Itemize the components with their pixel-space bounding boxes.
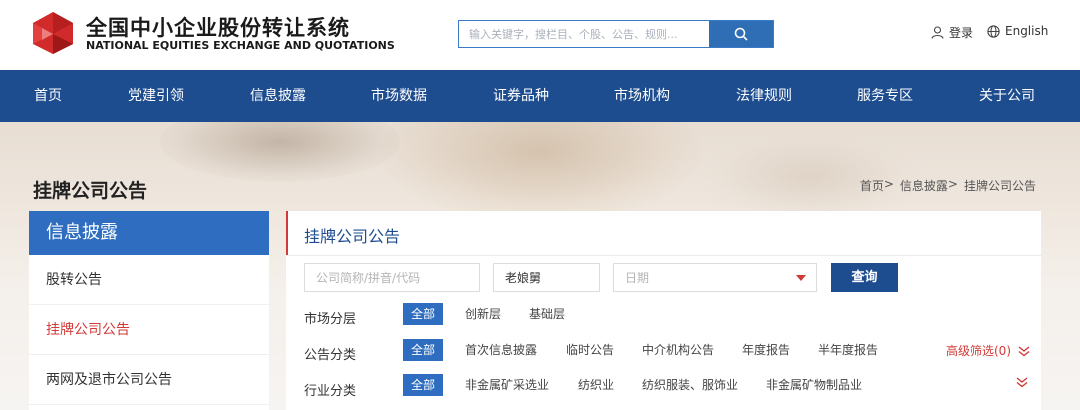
market-tier-label: 市场分层 <box>304 312 357 327</box>
caret-down-icon <box>796 275 806 281</box>
login-link[interactable]: 登录 <box>931 24 973 41</box>
announcement-type-first-disclosure[interactable]: 首次信息披露 <box>465 339 537 361</box>
main-nav: 首页 党建引领 信息披露 市场数据 证券品种 市场机构 法律规则 服务专区 关于… <box>0 70 1080 122</box>
industry-label: 行业分类 <box>304 384 357 399</box>
query-button[interactable]: 查询 <box>831 263 898 292</box>
advanced-filter[interactable]: 高级筛选(0) <box>946 342 1031 359</box>
logo-icon[interactable] <box>30 10 76 56</box>
company-field <box>304 263 480 292</box>
market-tier-all[interactable]: 全部 <box>403 303 444 325</box>
nav-item-institutions[interactable]: 市场机构 <box>614 70 670 122</box>
breadcrumb-separator: > <box>947 177 958 191</box>
breadcrumb-separator: > <box>883 177 894 191</box>
globe-icon <box>987 24 1000 38</box>
announcement-panel: 挂牌公司公告 查询 市场分层 全部 创新层 基础层 公告分类 全部 首次信息披露… <box>286 211 1041 410</box>
page-title: 挂牌公司公告 <box>33 180 148 202</box>
nav-item-securities[interactable]: 证券品种 <box>493 70 549 122</box>
announcement-type-all[interactable]: 全部 <box>403 339 444 361</box>
english-link[interactable]: English <box>987 24 1048 38</box>
announcement-type-intermediary[interactable]: 中介机构公告 <box>642 339 714 361</box>
nav-item-party[interactable]: 党建引领 <box>128 70 184 122</box>
double-chevron-down-icon <box>1018 345 1030 356</box>
sidebar-header: 信息披露 <box>29 211 269 255</box>
nav-item-home[interactable]: 首页 <box>34 70 62 122</box>
search-input[interactable] <box>459 21 711 47</box>
nav-item-about[interactable]: 关于公司 <box>979 70 1035 122</box>
keyword-input[interactable] <box>494 264 599 291</box>
double-chevron-down-icon[interactable] <box>1015 376 1029 388</box>
brand-name-cn[interactable]: 全国中小企业股份转让系统 <box>86 12 350 42</box>
market-tier-innovation[interactable]: 创新层 <box>465 303 501 325</box>
site-header: 全国中小企业股份转让系统 NATIONAL EQUITIES EXCHANGE … <box>0 0 1080 70</box>
announcement-type-interim[interactable]: 临时公告 <box>566 339 614 361</box>
breadcrumb-home[interactable]: 首页 <box>860 177 884 194</box>
market-tier-basic[interactable]: 基础层 <box>529 303 565 325</box>
sidebar-item-listed-company-announcements[interactable]: 挂牌公司公告 <box>29 305 269 355</box>
keyword-field <box>493 263 600 292</box>
industry-apparel[interactable]: 纺织服装、服饰业 <box>642 374 738 396</box>
date-field <box>613 263 817 292</box>
nav-item-disclosure[interactable]: 信息披露 <box>250 70 306 122</box>
search-icon <box>734 27 748 41</box>
panel-title: 挂牌公司公告 <box>304 227 401 246</box>
nav-item-rules[interactable]: 法律规则 <box>736 70 792 122</box>
date-select[interactable] <box>614 264 816 291</box>
nav-item-services[interactable]: 服务专区 <box>857 70 913 122</box>
industry-nonmetal-products[interactable]: 非金属矿物制品业 <box>766 374 862 396</box>
panel-divider <box>286 255 1041 256</box>
sidebar-item-delisted-announcements[interactable]: 两网及退市公司公告 <box>29 355 269 405</box>
search-box <box>458 20 774 48</box>
industry-nonmetal-mining[interactable]: 非金属矿采选业 <box>465 374 549 396</box>
breadcrumb: 首页 > 信息披露 > 挂牌公司公告 <box>860 177 1036 194</box>
search-button[interactable] <box>709 21 773 47</box>
breadcrumb-current: 挂牌公司公告 <box>963 179 1036 193</box>
brand-name-en: NATIONAL EQUITIES EXCHANGE AND QUOTATION… <box>86 39 395 52</box>
user-icon <box>931 26 944 39</box>
breadcrumb-disclosure[interactable]: 信息披露 <box>900 177 948 194</box>
sidebar-item-nonp-announcements[interactable]: 股转公告 <box>29 255 269 305</box>
login-label: 登录 <box>949 26 974 40</box>
sidebar: 信息披露 股转公告 挂牌公司公告 两网及退市公司公告 <box>29 211 269 410</box>
announcement-type-annual[interactable]: 年度报告 <box>742 339 790 361</box>
nav-item-market-data[interactable]: 市场数据 <box>371 70 427 122</box>
advanced-filter-label: 高级筛选(0) <box>946 344 1011 358</box>
title-accent-bar <box>286 211 288 255</box>
english-label: English <box>1005 24 1049 38</box>
company-search-input[interactable] <box>305 264 479 291</box>
industry-all[interactable]: 全部 <box>403 374 444 396</box>
announcement-type-semiannual[interactable]: 半年度报告 <box>818 339 878 361</box>
announcement-type-label: 公告分类 <box>304 348 357 363</box>
industry-textile[interactable]: 纺织业 <box>578 374 614 396</box>
